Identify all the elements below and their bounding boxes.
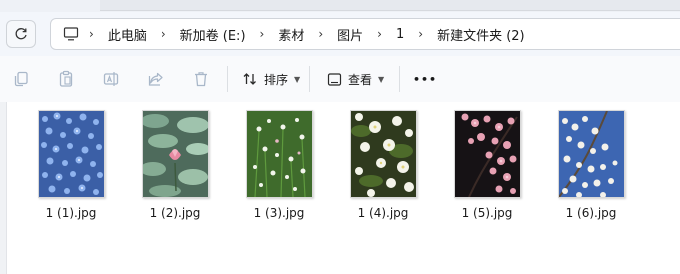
more-options-button[interactable]: ••• <box>413 68 437 90</box>
sort-label: 排序 <box>264 72 289 87</box>
file-list-area: 1 (1).jpg 1 (2).jpg 1 (3).jpg 1 (4).jpg … <box>0 102 680 274</box>
share-icon[interactable] <box>146 69 166 89</box>
navigation-pane-edge <box>0 102 7 274</box>
image-thumbnail[interactable] <box>557 110 625 198</box>
toolbar-divider <box>227 66 228 92</box>
breadcrumb-separator[interactable]: › <box>260 27 265 41</box>
more-options-icon: ••• <box>413 72 438 86</box>
file-name[interactable]: 1 (6).jpg <box>543 206 639 220</box>
toolbar-divider <box>309 66 310 92</box>
breadcrumb-materials[interactable]: 素材 <box>278 25 304 44</box>
view-icon <box>327 72 342 86</box>
file-name[interactable]: 1 (1).jpg <box>23 206 119 220</box>
breadcrumb-drive-e[interactable]: 新加卷 (E:) <box>180 25 246 44</box>
file-item[interactable]: 1 (3).jpg <box>231 110 327 220</box>
image-thumbnail[interactable] <box>349 110 417 198</box>
address-bar[interactable]: › 此电脑 › 新加卷 (E:) › 素材 › 图片 › 1 › 新建文件夹 (… <box>50 18 680 50</box>
file-item[interactable]: 1 (1).jpg <box>23 110 119 220</box>
view-button[interactable]: 查看 ▼ <box>327 68 384 90</box>
image-thumbnail[interactable] <box>245 110 313 198</box>
breadcrumb-separator[interactable]: › <box>377 27 382 41</box>
chevron-down-icon: ▼ <box>294 74 301 84</box>
breadcrumb-separator[interactable]: › <box>161 27 166 41</box>
tab-bar-edge <box>100 0 680 11</box>
breadcrumb-folder-1[interactable]: 1 <box>396 27 404 42</box>
copy-icon[interactable] <box>11 69 31 89</box>
sort-icon <box>243 73 256 85</box>
image-thumbnail[interactable] <box>141 110 209 198</box>
breadcrumb-separator[interactable]: › <box>318 27 323 41</box>
breadcrumb-this-pc[interactable]: 此电脑 <box>108 25 147 44</box>
toolbar-divider <box>399 66 400 92</box>
refresh-button[interactable] <box>6 20 36 48</box>
chevron-down-icon: ▼ <box>378 74 385 84</box>
file-item[interactable]: 1 (4).jpg <box>335 110 431 220</box>
file-name[interactable]: 1 (3).jpg <box>231 206 327 220</box>
breadcrumb-separator[interactable]: › <box>418 27 423 41</box>
sort-button[interactable]: 排序 ▼ <box>242 68 300 90</box>
file-name[interactable]: 1 (2).jpg <box>127 206 223 220</box>
file-item[interactable]: 1 (5).jpg <box>439 110 535 220</box>
breadcrumb-pictures[interactable]: 图片 <box>337 25 363 44</box>
view-label: 查看 <box>348 72 373 87</box>
file-item[interactable]: 1 (2).jpg <box>127 110 223 220</box>
command-bar: 排序 ▼ 查看 ▼ ••• <box>0 56 680 103</box>
breadcrumb-new-folder-2[interactable]: 新建文件夹 (2) <box>437 25 525 44</box>
image-thumbnail[interactable] <box>37 110 105 198</box>
file-item[interactable]: 1 (6).jpg <box>543 110 639 220</box>
window-top-strip <box>0 0 680 12</box>
navigation-row: › 此电脑 › 新加卷 (E:) › 素材 › 图片 › 1 › 新建文件夹 (… <box>0 12 680 56</box>
delete-icon[interactable] <box>191 69 211 89</box>
rename-icon[interactable] <box>101 69 121 89</box>
file-name[interactable]: 1 (4).jpg <box>335 206 431 220</box>
file-name[interactable]: 1 (5).jpg <box>439 206 535 220</box>
breadcrumb-separator[interactable]: › <box>89 27 94 41</box>
image-thumbnail[interactable] <box>453 110 521 198</box>
refresh-icon <box>15 28 27 40</box>
this-pc-icon[interactable] <box>63 27 79 41</box>
paste-icon[interactable] <box>56 69 76 89</box>
